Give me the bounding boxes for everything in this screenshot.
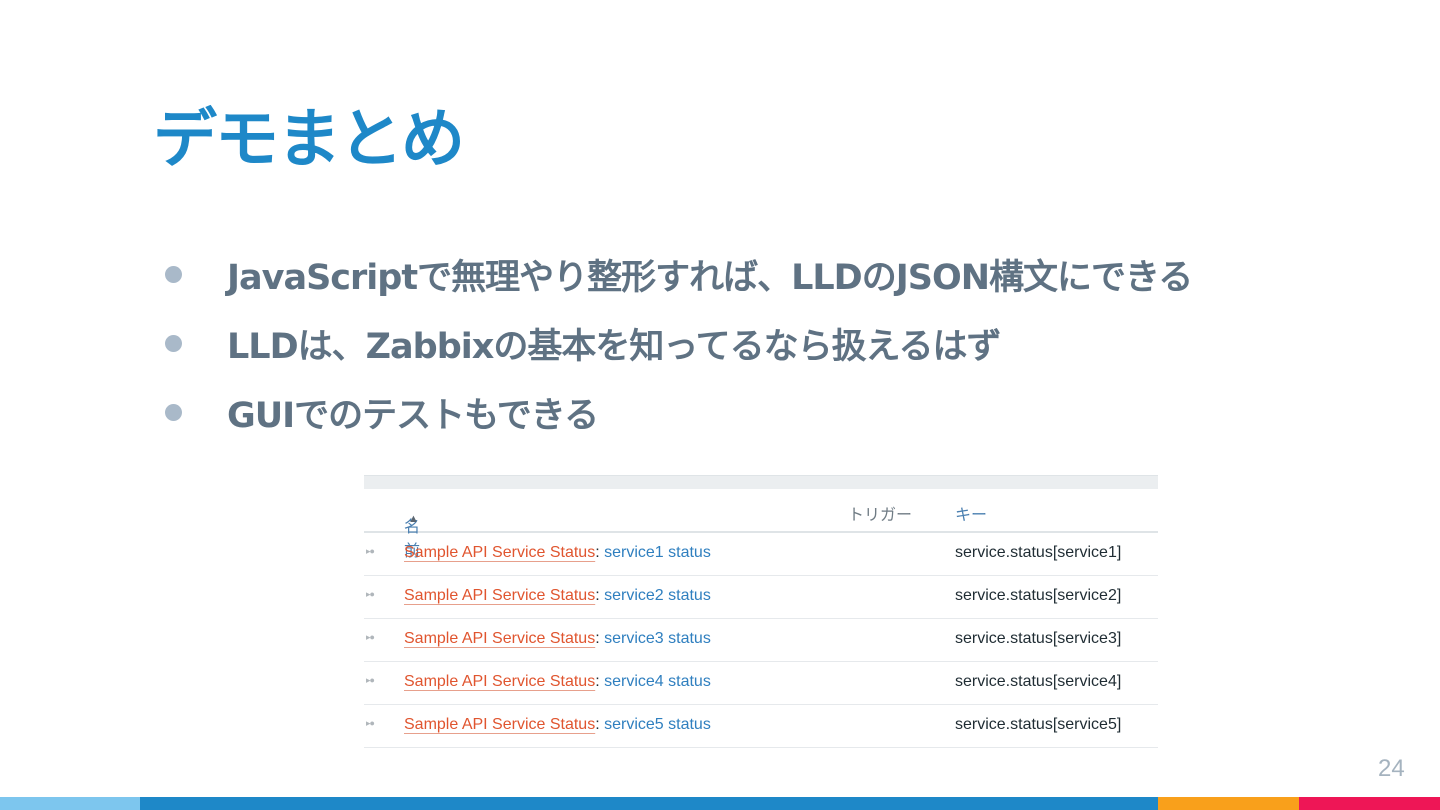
slide-title: デモまとめ (153, 103, 465, 177)
drag-handle-icon[interactable]: ▸● (366, 632, 375, 643)
item-link[interactable]: service2 status (604, 587, 711, 604)
table-row: ▸● Sample API Service Status: service5 s… (364, 705, 1158, 748)
bullet-dot-icon (165, 404, 182, 421)
table-top-bar (364, 475, 1158, 489)
column-header-key[interactable]: キー (955, 501, 987, 525)
item-key: service.status[service1] (955, 544, 1122, 561)
item-name: Sample API Service Status: service2 stat… (404, 587, 711, 604)
host-link[interactable]: Sample API Service Status (404, 716, 595, 733)
bullet-dot-icon (165, 266, 182, 283)
item-link[interactable]: service1 status (604, 544, 711, 561)
host-link[interactable]: Sample API Service Status (404, 630, 595, 647)
bullet-item: JavaScriptで無理やり整形すれば、LLDのJSON構文にできる (165, 240, 1193, 309)
drag-handle-icon[interactable]: ▸● (366, 675, 375, 686)
zabbix-items-screenshot: 名前 ▲ トリガー キー ▸● Sample API Service Status… (364, 475, 1158, 751)
item-name: Sample API Service Status: service3 stat… (404, 630, 711, 647)
item-key: service.status[service4] (955, 673, 1122, 690)
bullet-list: JavaScriptで無理やり整形すれば、LLDのJSON構文にできる LLDは… (165, 240, 1193, 447)
item-link[interactable]: service5 status (604, 716, 711, 733)
table-row: ▸● Sample API Service Status: service2 s… (364, 576, 1158, 619)
item-name: Sample API Service Status: service1 stat… (404, 544, 711, 561)
drag-handle-icon[interactable]: ▸● (366, 546, 375, 557)
sort-ascending-icon: ▲ (408, 513, 419, 525)
item-name: Sample API Service Status: service4 stat… (404, 673, 711, 690)
bullet-text: LLDは、Zabbixの基本を知ってるなら扱えるはず (227, 327, 1002, 367)
bullet-text: GUIでのテストもできる (227, 396, 599, 436)
footer-band-red (1299, 797, 1440, 810)
drag-handle-icon[interactable]: ▸● (366, 718, 375, 729)
item-key: service.status[service5] (955, 716, 1122, 733)
table-row: ▸● Sample API Service Status: service1 s… (364, 533, 1158, 576)
footer-band-light-blue (0, 797, 140, 810)
host-link[interactable]: Sample API Service Status (404, 673, 595, 690)
item-key: service.status[service3] (955, 630, 1122, 647)
bullet-dot-icon (165, 335, 182, 352)
bullet-item: GUIでのテストもできる (165, 378, 1192, 447)
table-header: 名前 ▲ トリガー キー (364, 489, 1158, 560)
item-link[interactable]: service4 status (604, 673, 711, 690)
table-row: ▸● Sample API Service Status: service3 s… (364, 619, 1158, 662)
drag-handle-icon[interactable]: ▸● (366, 589, 375, 600)
bullet-item: LLDは、Zabbixの基本を知ってるなら扱えるはず (165, 309, 1192, 378)
item-key: service.status[service2] (955, 587, 1122, 604)
item-link[interactable]: service3 status (604, 630, 711, 647)
item-name: Sample API Service Status: service5 stat… (404, 716, 711, 733)
footer-band-blue (140, 797, 1158, 810)
column-header-triggers: トリガー (848, 507, 913, 524)
host-link[interactable]: Sample API Service Status (404, 544, 595, 561)
footer-band-orange (1158, 797, 1299, 810)
bullet-text: JavaScriptで無理やり整形すれば、LLDのJSON構文にできる (227, 258, 1193, 298)
host-link[interactable]: Sample API Service Status (404, 587, 595, 604)
table-row: ▸● Sample API Service Status: service4 s… (364, 662, 1158, 705)
page-number: 24 (1378, 755, 1405, 782)
